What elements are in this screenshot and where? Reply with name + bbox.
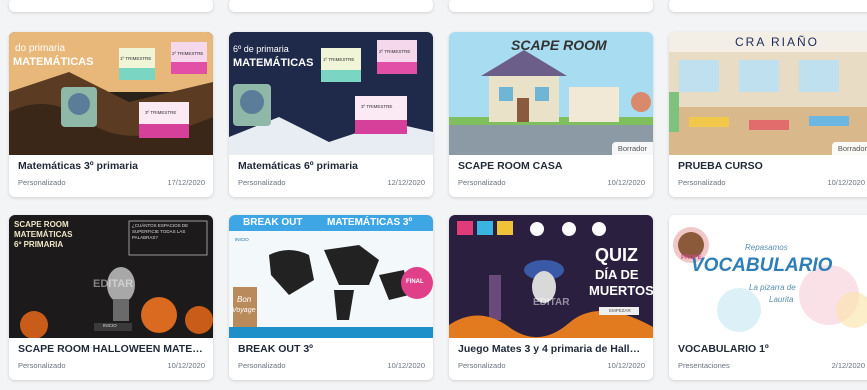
thumb-line-2: DÍA DE: [595, 267, 639, 282]
thumb-button: EMPEZAR: [609, 308, 631, 313]
thumb-small-3: Laurita: [769, 295, 794, 304]
thumb-heading-2: MATEMÁTICAS 3º: [327, 217, 413, 228]
project-date: 2/12/2020: [831, 361, 865, 370]
project-date: 10/12/2020: [607, 178, 645, 187]
thumb-watermark: EDITAR: [533, 297, 570, 308]
project-type: Personalizado: [238, 361, 286, 370]
card-stub[interactable]: [449, 0, 653, 12]
thumb-tag-1: 1º TRIMESTRE: [323, 57, 355, 62]
avatar-label: PROFE: [681, 255, 702, 261]
project-thumbnail: do primaria MATEMÁTICAS 1º TRIMESTRE 2º …: [9, 32, 213, 155]
thumb-sign-2: Voyage: [232, 307, 256, 314]
project-thumbnail: CRA RIAÑO Borrador: [669, 32, 867, 155]
project-thumbnail: BREAK OUT MATEMÁTICAS 3º INICIO FINAL Bo…: [229, 215, 433, 338]
project-type: Personalizado: [458, 178, 506, 187]
project-card[interactable]: Repasamos VOCABULARIO La pizarra de Laur…: [669, 215, 867, 380]
project-date: 10/12/2020: [167, 361, 205, 370]
thumb-heading-1: BREAK OUT: [243, 217, 303, 228]
project-type: Personalizado: [458, 361, 506, 370]
thumb-tag-2: 2º TRIMESTRE: [379, 49, 411, 54]
thumb-small-2: La pizarra de: [749, 283, 796, 292]
project-date: 12/12/2020: [387, 178, 425, 187]
project-card[interactable]: do primaria MATEMÁTICAS 1º TRIMESTRE 2º …: [9, 32, 213, 197]
project-thumbnail: 6º de primaria MATEMÁTICAS 1º TRIMESTRE …: [229, 32, 433, 155]
project-type: Presentaciones: [678, 361, 730, 370]
project-type: Personalizado: [678, 178, 726, 187]
card-stub[interactable]: [229, 0, 433, 12]
project-card[interactable]: CRA RIAÑO Borrador PRUEBA CURSO Personal…: [669, 32, 867, 197]
draft-badge: Borrador: [831, 142, 867, 155]
project-title[interactable]: BREAK OUT 3º: [238, 342, 425, 356]
project-date: 10/12/2020: [607, 361, 645, 370]
project-title[interactable]: SCAPE ROOM CASA: [458, 159, 645, 173]
thumb-tag-3: 3º TRIMESTRE: [145, 110, 177, 115]
thumb-bubble: ¿CUÁNTOS ESPACIOS DE SUPERFICIE TODAS LA…: [132, 223, 189, 240]
project-date: 10/12/2020: [387, 361, 425, 370]
thumb-heading-3: 6º PRIMARIA: [14, 240, 64, 249]
project-card[interactable]: SCAPE ROOM Borrador SCAPE ROOM CASA Pers…: [449, 32, 653, 197]
thumb-line-1: QUIZ: [595, 245, 638, 265]
project-card[interactable]: SCAPE ROOM MATEMÁTICAS 6º PRIMARIA ¿CUÁN…: [9, 215, 213, 380]
project-type: Personalizado: [18, 361, 66, 370]
thumb-heading: SCAPE ROOM: [511, 37, 607, 53]
project-date: 17/12/2020: [167, 178, 205, 187]
thumb-tag-1: 1º TRIMESTRE: [120, 56, 152, 61]
thumb-watermark: EDITAR: [93, 278, 134, 290]
card-stub[interactable]: [9, 0, 213, 12]
thumb-main: VOCABULARIO: [691, 255, 833, 276]
thumb-heading: CRA RIAÑO: [735, 35, 820, 49]
project-title[interactable]: SCAPE ROOM HALLOWEEN MATES 6º: [18, 342, 205, 356]
project-title[interactable]: PRUEBA CURSO: [678, 159, 865, 173]
thumb-button: INICIO: [103, 323, 117, 328]
thumb-line-3: MUERTOS: [589, 283, 653, 298]
thumb-tag-3: 3º TRIMESTRE: [361, 104, 393, 109]
project-thumbnail: SCAPE ROOM Borrador: [449, 32, 653, 155]
project-thumbnail: Repasamos VOCABULARIO La pizarra de Laur…: [669, 215, 867, 338]
thumb-heading-2: MATEMÁTICAS: [14, 230, 73, 239]
project-card[interactable]: QUIZ DÍA DE MUERTOS EDITAR EMPEZAR Juego…: [449, 215, 653, 380]
thumb-heading-1: 6º de primaria: [233, 44, 289, 54]
project-thumbnail: QUIZ DÍA DE MUERTOS EDITAR EMPEZAR: [449, 215, 653, 338]
thumb-heading-2: MATEMÁTICAS: [13, 56, 94, 68]
project-title[interactable]: Matemáticas 3º primaria: [18, 159, 205, 173]
thumb-sign-1: Bon: [237, 295, 252, 304]
project-card[interactable]: BREAK OUT MATEMÁTICAS 3º INICIO FINAL Bo…: [229, 215, 433, 380]
card-stub[interactable]: [669, 0, 867, 12]
project-title[interactable]: Juego Mates 3 y 4 primaria de Halloween: [458, 342, 645, 356]
thumb-heading-1: SCAPE ROOM: [14, 220, 69, 229]
thumb-small-1: Repasamos: [745, 243, 788, 252]
project-title[interactable]: VOCABULARIO 1º: [678, 342, 865, 356]
project-card[interactable]: 6º de primaria MATEMÁTICAS 1º TRIMESTRE …: [229, 32, 433, 197]
thumb-small: INICIO: [235, 237, 249, 242]
thumb-heading-2: MATEMÁTICAS: [233, 57, 314, 69]
draft-badge: Borrador: [611, 142, 653, 155]
project-title[interactable]: Matemáticas 6º primaria: [238, 159, 425, 173]
project-type: Personalizado: [18, 178, 66, 187]
thumb-tag-2: 2º TRIMESTRE: [172, 51, 204, 56]
project-type: Personalizado: [238, 178, 286, 187]
thumb-heading-1: do primaria: [15, 43, 66, 54]
thumb-final: FINAL: [406, 279, 424, 285]
project-thumbnail: SCAPE ROOM MATEMÁTICAS 6º PRIMARIA ¿CUÁN…: [9, 215, 213, 338]
project-date: 10/12/2020: [827, 178, 865, 187]
